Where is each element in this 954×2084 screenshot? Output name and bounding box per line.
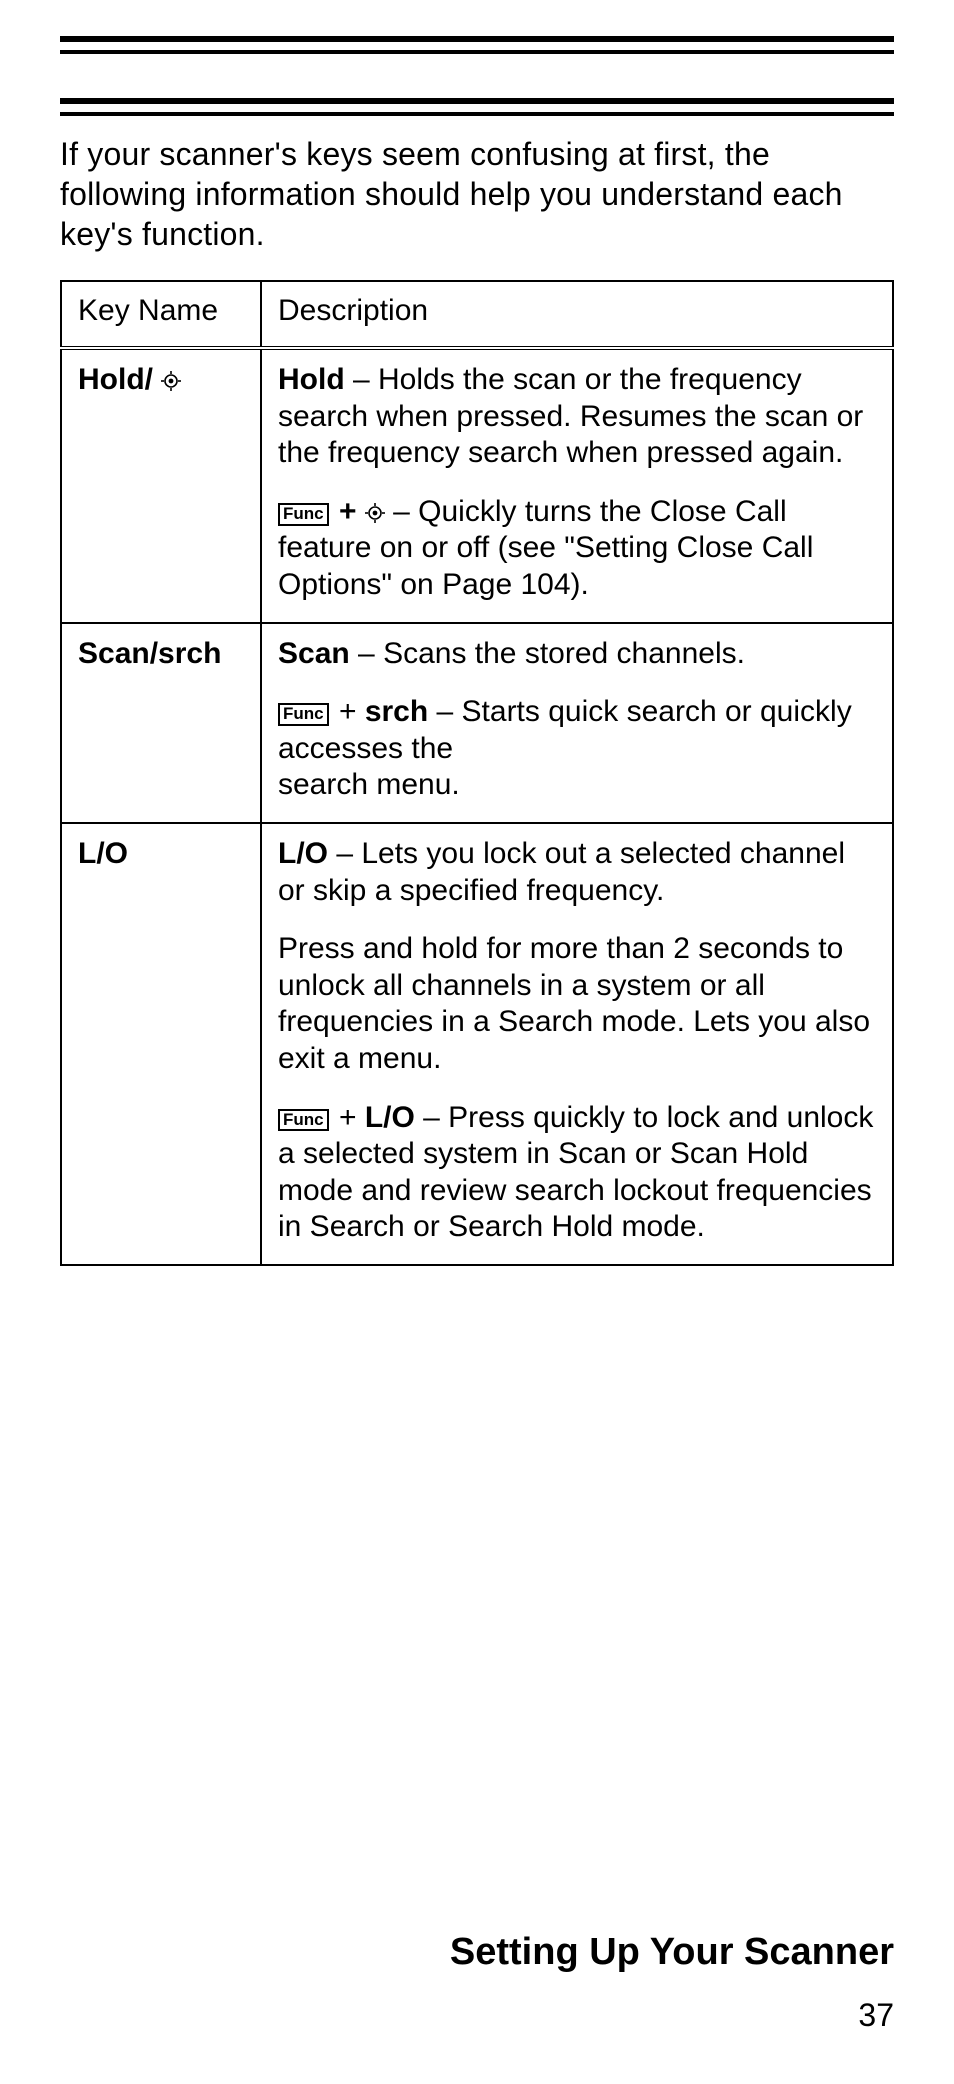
func-key-icon: Func <box>278 703 329 726</box>
scan-d2-plus: + <box>331 695 365 728</box>
hold-d1-text: – Holds the scan or the frequency search… <box>278 363 863 469</box>
close-call-icon <box>365 503 385 523</box>
th-description: Description <box>261 281 893 348</box>
hold-d2-plus: + <box>331 495 365 528</box>
lo-d3-bold: L/O <box>365 1101 415 1134</box>
th-key-name: Key Name <box>61 281 261 348</box>
cell-scan-keyname: Scan/srch <box>61 623 261 823</box>
func-key-icon: Func <box>278 503 329 526</box>
lo-d2-text: Press and hold for more than 2 seconds t… <box>278 931 876 1077</box>
cell-scan-description: Scan – Scans the stored channels. Func +… <box>261 623 893 823</box>
section-title: Setting Up Your Scanner <box>450 1931 894 1974</box>
cell-lo-keyname: L/O <box>61 823 261 1265</box>
func-key-icon: Func <box>278 1109 329 1132</box>
cell-hold-keyname: Hold/ <box>61 348 261 623</box>
second-double-rule <box>60 98 894 116</box>
scan-d1-text: – Scans the stored channels. <box>350 637 745 670</box>
scan-d2-text2: search menu. <box>278 768 460 801</box>
keys-table: Key Name Description Hold/ <box>60 280 894 1266</box>
lo-d1-bold: L/O <box>278 837 328 870</box>
lo-key-label: L/O <box>78 837 128 870</box>
hold-d1-bold: Hold <box>278 363 345 396</box>
row-lo: L/O L/O – Lets you lock out a selected c… <box>61 823 893 1265</box>
intro-paragraph: If your scanner's keys seem confusing at… <box>60 134 894 254</box>
scan-d2-bold: srch <box>365 695 428 728</box>
hold-key-label: Hold/ <box>78 363 161 396</box>
scan-d1-bold: Scan <box>278 637 350 670</box>
top-double-rule <box>60 36 894 54</box>
cell-lo-description: L/O – Lets you lock out a selected chann… <box>261 823 893 1265</box>
row-scan: Scan/srch Scan – Scans the stored channe… <box>61 623 893 823</box>
cell-hold-description: Hold – Holds the scan or the frequency s… <box>261 348 893 623</box>
lo-d3-plus: + <box>331 1101 365 1134</box>
scan-key-label: Scan/srch <box>78 637 221 670</box>
close-call-icon <box>161 371 181 391</box>
row-hold: Hold/ Hold – Holds the scan or <box>61 348 893 623</box>
lo-d1-text: – Lets you lock out a selected channel o… <box>278 837 845 907</box>
page-number: 37 <box>858 1997 894 2034</box>
